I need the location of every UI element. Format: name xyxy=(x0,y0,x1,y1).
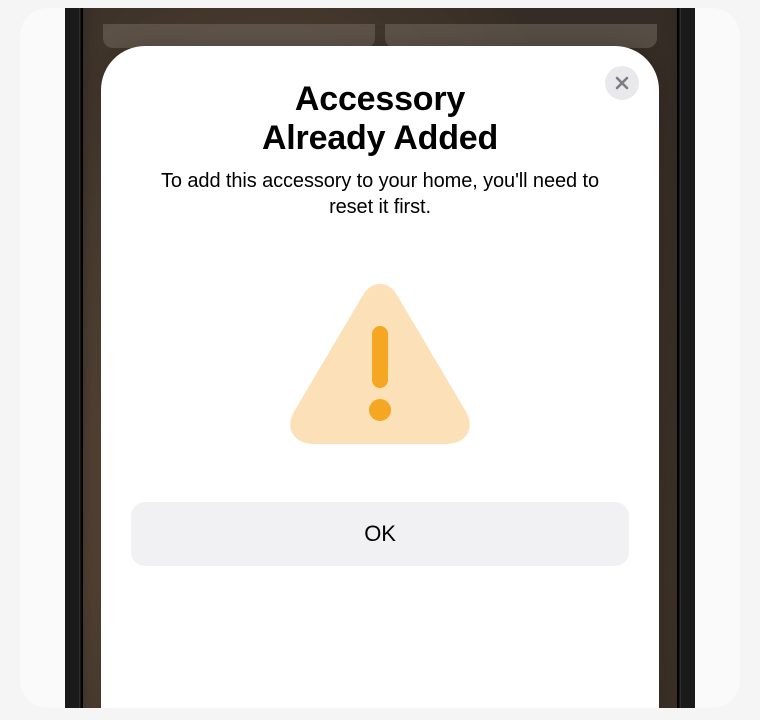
warning-icon-wrap xyxy=(131,276,629,446)
ok-button-label: OK xyxy=(364,521,396,547)
alert-sheet: Accessory Already Added To add this acce… xyxy=(101,46,659,708)
ok-button[interactable]: OK xyxy=(131,502,629,566)
alert-title-line2: Already Added xyxy=(262,119,498,157)
close-icon xyxy=(615,76,629,90)
phone-bezel: Accessory Already Added To add this acce… xyxy=(79,8,681,708)
close-button[interactable] xyxy=(605,66,639,100)
background-tab xyxy=(103,24,375,48)
phone-screen: Accessory Already Added To add this acce… xyxy=(83,8,677,708)
warning-triangle-icon xyxy=(285,276,475,446)
alert-title: Accessory Already Added xyxy=(131,80,629,158)
alert-body: To add this accessory to your home, you'… xyxy=(131,168,629,220)
background-tab xyxy=(385,24,657,48)
page-frame: Accessory Already Added To add this acce… xyxy=(20,8,740,708)
alert-title-line1: Accessory xyxy=(295,80,465,118)
background-tabs xyxy=(83,24,677,48)
phone-body: Accessory Already Added To add this acce… xyxy=(65,8,695,708)
